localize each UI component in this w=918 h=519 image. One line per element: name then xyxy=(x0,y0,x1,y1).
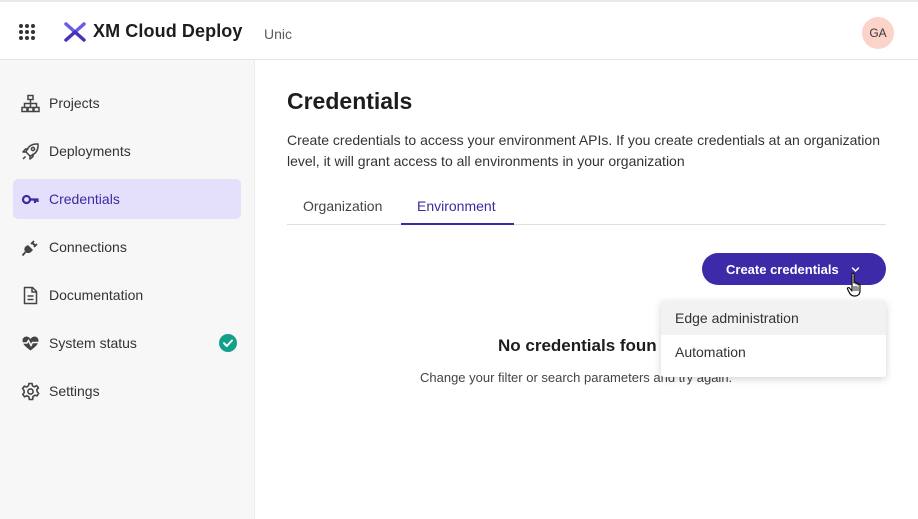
grid-icon xyxy=(19,24,35,40)
sidebar-item-label: Documentation xyxy=(49,287,144,303)
top-bar: XM Cloud Deploy Unic GA xyxy=(0,0,918,60)
menu-item-edge-administration[interactable]: Edge administration xyxy=(661,301,886,335)
sidebar-item-label: Settings xyxy=(49,383,100,399)
gear-icon xyxy=(21,382,40,401)
sidebar-item-label: Connections xyxy=(49,239,127,255)
sidebar-item-projects[interactable]: Projects xyxy=(13,83,241,123)
main-content: Credentials Create credentials to access… xyxy=(255,60,918,519)
sidebar-item-label: Deployments xyxy=(49,143,131,159)
create-credentials-label: Create credentials xyxy=(726,261,839,277)
sidebar-item-label: Credentials xyxy=(49,191,120,207)
page-title: Credentials xyxy=(287,88,413,114)
create-credentials-button[interactable]: Create credentials xyxy=(702,253,886,285)
app-title: XM Cloud Deploy xyxy=(93,21,243,41)
sidebar: Projects Deployments Credentials Connect… xyxy=(0,60,255,519)
xm-cloud-logo-icon xyxy=(64,22,86,42)
page-description: Create credentials to access your enviro… xyxy=(287,132,880,169)
sidebar-item-label: System status xyxy=(49,335,137,351)
user-avatar[interactable]: GA xyxy=(862,17,894,49)
key-icon xyxy=(21,194,39,205)
rocket-icon xyxy=(22,143,39,160)
sidebar-item-label: Projects xyxy=(49,95,100,111)
sidebar-item-credentials[interactable]: Credentials xyxy=(13,179,241,219)
chevron-down-icon xyxy=(851,267,860,272)
empty-state-title: No credentials foun xyxy=(498,336,657,355)
menu-item-automation[interactable]: Automation xyxy=(661,335,886,369)
credential-scope-tabs: Organization Environment xyxy=(287,190,886,225)
sidebar-item-deployments[interactable]: Deployments xyxy=(13,131,241,171)
sidebar-item-system-status[interactable]: System status xyxy=(13,323,241,363)
status-ok-icon xyxy=(219,334,237,352)
sidebar-item-documentation[interactable]: Documentation xyxy=(13,275,241,315)
create-credentials-menu: Edge administration Automation xyxy=(661,301,886,377)
app-switcher-button[interactable] xyxy=(14,18,40,44)
tab-environment[interactable]: Environment xyxy=(401,198,514,225)
heartbeat-icon xyxy=(22,336,39,351)
sidebar-item-connections[interactable]: Connections xyxy=(13,227,241,267)
sitemap-icon xyxy=(21,94,40,113)
tab-organization[interactable]: Organization xyxy=(303,198,382,225)
document-icon xyxy=(23,286,38,305)
plug-icon xyxy=(21,240,38,257)
sidebar-item-settings[interactable]: Settings xyxy=(13,371,241,411)
organization-name[interactable]: Unic xyxy=(264,26,292,42)
